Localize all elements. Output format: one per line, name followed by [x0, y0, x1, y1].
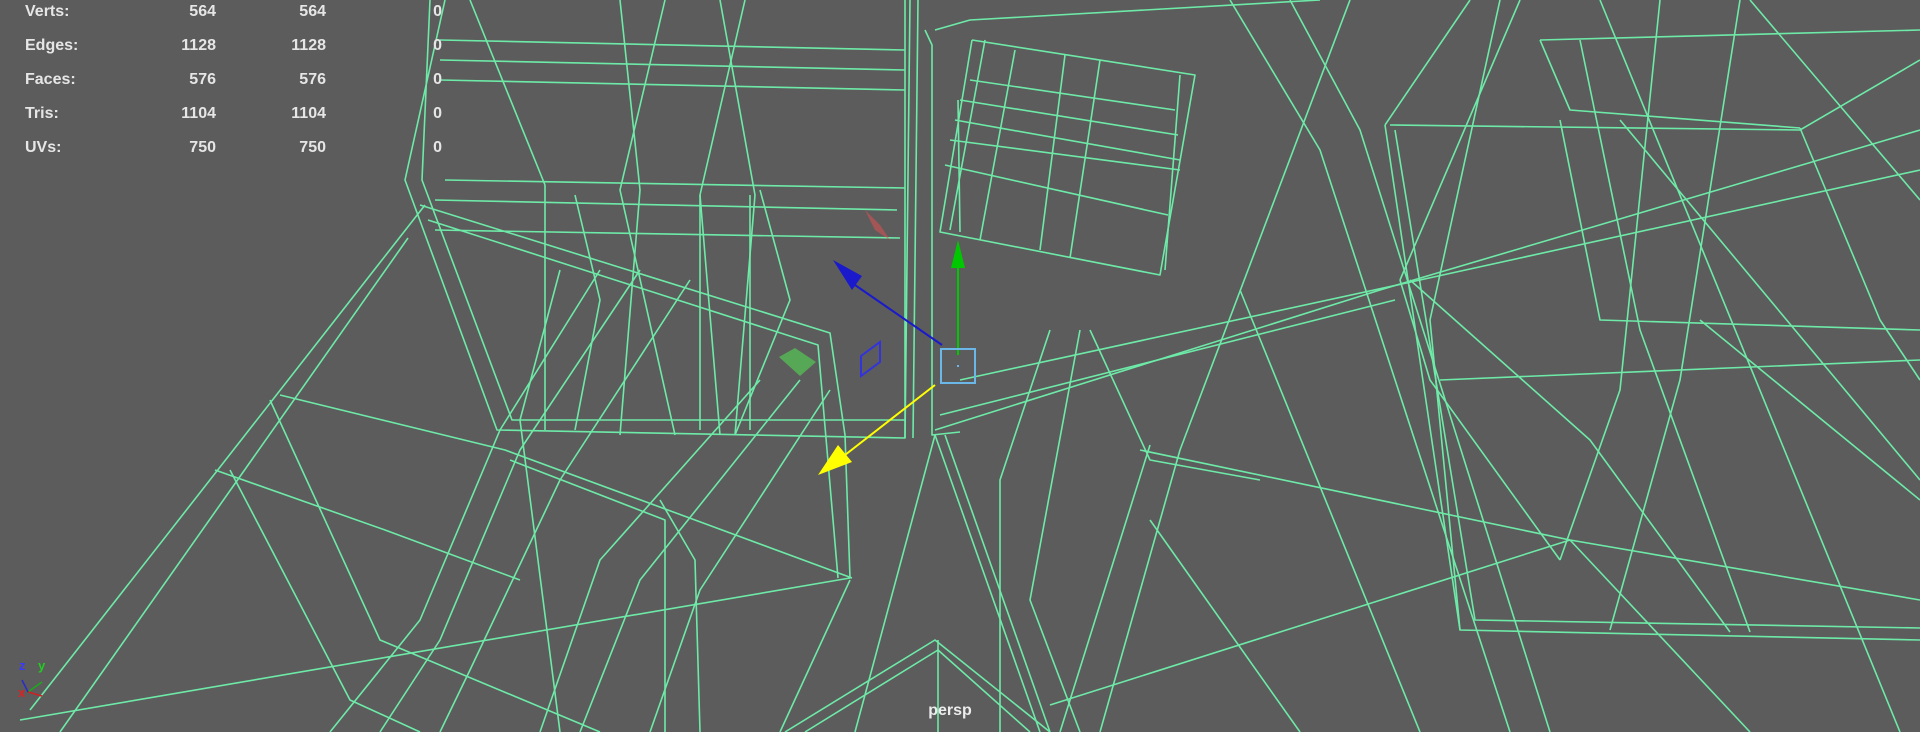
hud-label: Edges:	[25, 37, 79, 54]
yz-plane-handle[interactable]	[860, 340, 881, 378]
hud-row-verts: Verts: 564 564 0	[0, 3, 460, 23]
hud-total: 1128	[181, 37, 216, 54]
hud-label: Tris:	[25, 105, 59, 122]
z-axis-handle[interactable]	[854, 284, 943, 346]
hud-extra: 0	[433, 71, 442, 88]
hud-row-tris: Tris: 1104 1104 0	[0, 105, 460, 125]
axis-z-label: z	[19, 658, 26, 673]
hud-row-edges: Edges: 1128 1128 0	[0, 37, 460, 57]
hud-total: 1104	[181, 105, 216, 122]
xy-plane-handle[interactable]	[865, 210, 890, 240]
hud-label: Faces:	[25, 71, 76, 88]
hud-extra: 0	[433, 139, 442, 156]
viewport-persp[interactable]: Verts: 564 564 0 Edges: 1128 1128 0 Face…	[0, 0, 1920, 732]
poly-count-hud: Verts: 564 564 0 Edges: 1128 1128 0 Face…	[0, 0, 460, 170]
hud-extra: 0	[433, 105, 442, 122]
x-axis-handle[interactable]	[844, 384, 936, 456]
axis-y-label: y	[38, 658, 46, 673]
hud-label: Verts:	[25, 3, 70, 20]
hud-total: 750	[189, 139, 216, 156]
hud-total: 564	[189, 3, 216, 20]
xz-plane-handle[interactable]	[779, 348, 816, 376]
axis-x-label: x	[18, 685, 26, 700]
hud-selected: 1104	[291, 105, 326, 122]
z-axis-arrow-icon[interactable]	[833, 260, 862, 290]
y-axis-arrow-icon[interactable]	[951, 240, 965, 268]
camera-name-label: persp	[928, 702, 972, 719]
hud-selected: 750	[299, 139, 326, 156]
view-axis-indicator: z y x	[12, 650, 62, 710]
center-dot	[957, 365, 959, 367]
hud-extra: 0	[433, 37, 442, 54]
x-axis-arrow-icon[interactable]	[818, 445, 852, 475]
hud-extra: 0	[433, 3, 442, 20]
hud-selected: 564	[299, 3, 326, 20]
hud-label: UVs:	[25, 139, 62, 156]
hud-selected: 1128	[291, 37, 326, 54]
hud-selected: 576	[299, 71, 326, 88]
hud-row-faces: Faces: 576 576 0	[0, 71, 460, 91]
hud-row-uvs: UVs: 750 750 0	[0, 139, 460, 159]
hud-total: 576	[189, 71, 216, 88]
